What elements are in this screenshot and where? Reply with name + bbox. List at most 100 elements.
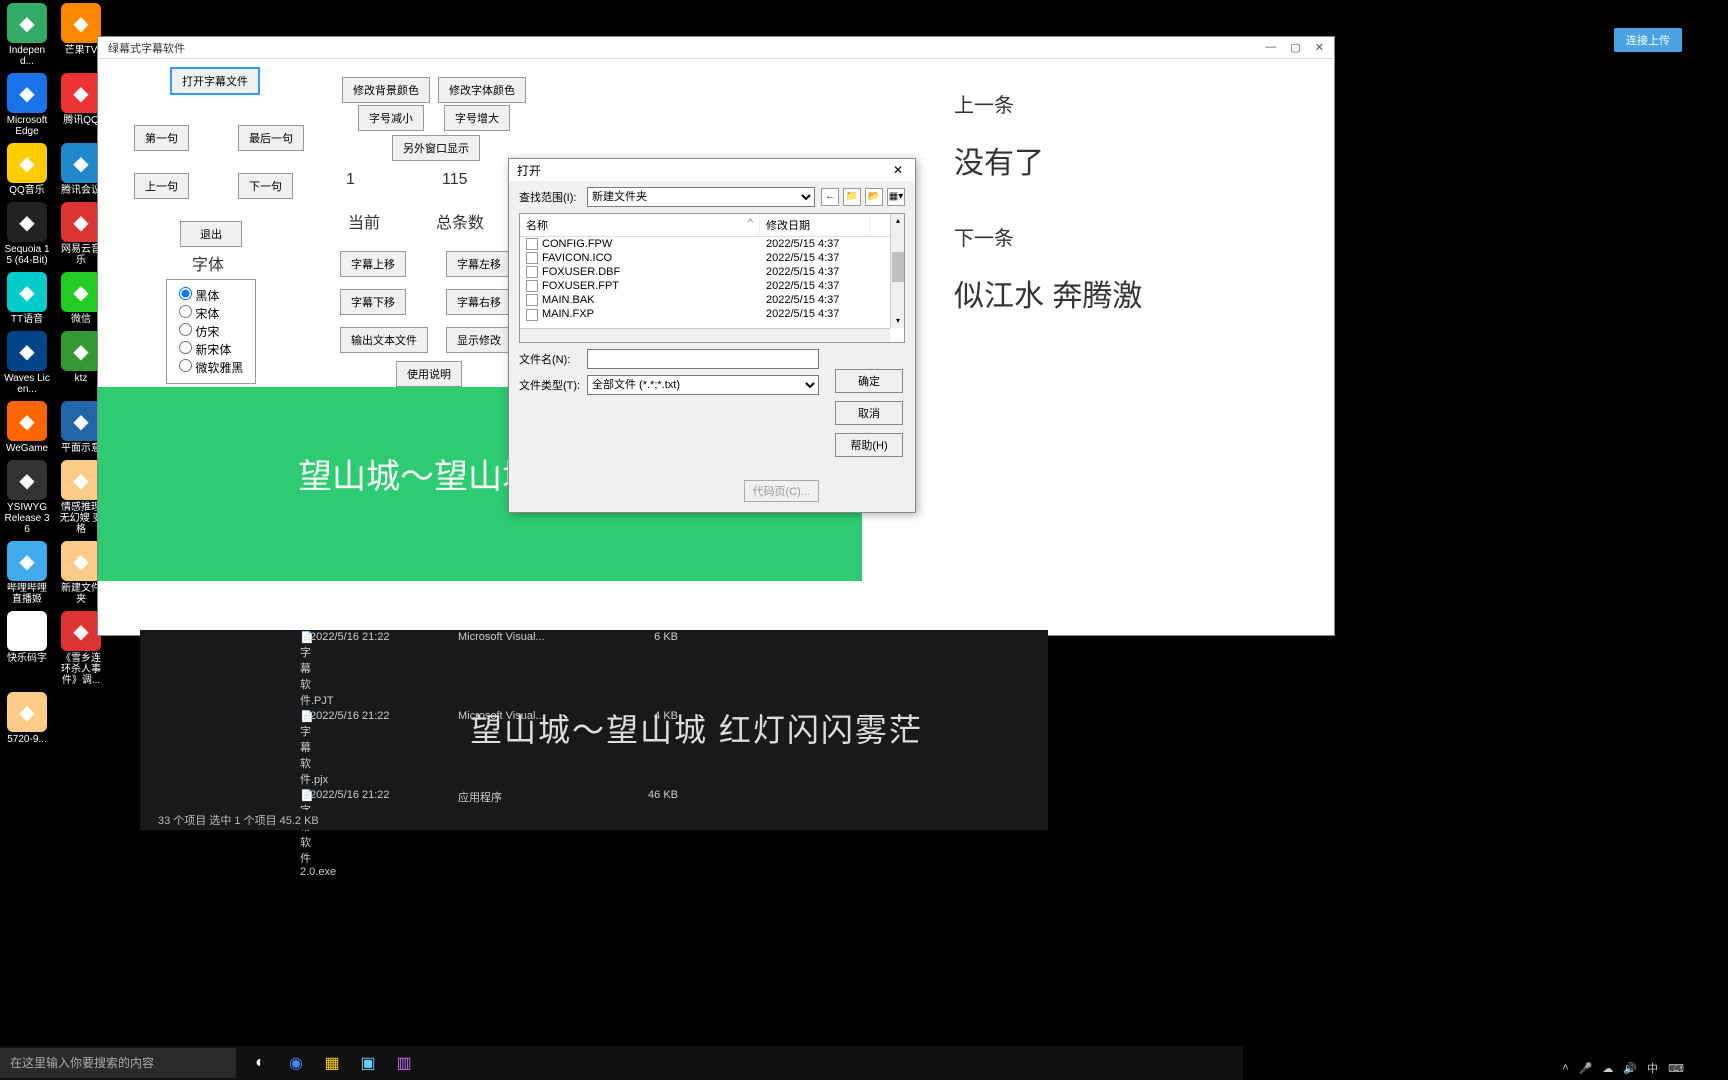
filetype-select[interactable]: 全部文件 (*.*;*.txt) [587,375,819,395]
upload-badge[interactable]: 连接上传 [1614,28,1682,52]
desktop-icon[interactable]: ◆Microsoft Edge [3,73,51,137]
font-bigger-button[interactable]: 字号增大 [444,105,510,131]
font-radio-option[interactable]: 黑体 [179,287,243,304]
first-button[interactable]: 第一句 [134,125,189,151]
file-list-item[interactable]: FOXUSER.DBF2022/5/15 4:37 [520,265,904,279]
desktop-icon-label: Waves Licen... [3,373,51,395]
prev-item-label: 上一条 [954,89,1294,118]
system-tray[interactable]: ˄ 🎤 ☁ 🔊 中 ⌨ [1562,1060,1684,1076]
font-radio-option[interactable]: 微软雅黑 [179,359,243,376]
app-title-text: 绿幕式字幕软件 [108,40,185,56]
font-radio-option[interactable]: 新宋体 [179,341,243,358]
app-icon: ◆ [61,73,101,113]
tray-chevron-icon[interactable]: ˄ [1562,1062,1568,1074]
codepage-button[interactable]: 代码页(C)... [744,480,819,502]
subtitle-right-button[interactable]: 字幕右移 [446,289,512,315]
file-icon [526,266,538,278]
folder-select[interactable]: 新建文件夹 [587,187,815,207]
cancel-button[interactable]: 取消 [835,401,903,425]
font-radio-option[interactable]: 仿宋 [179,323,243,340]
ext-window-button[interactable]: 另外窗口显示 [392,135,480,161]
back-icon[interactable]: ← [821,188,839,206]
desktop-icon[interactable]: ◆Waves Licen... [3,331,51,395]
desktop-icon-label: QQ音乐 [3,185,51,196]
open-subtitle-button[interactable]: 打开字幕文件 [170,67,260,95]
task-icon-1[interactable]: ◐ [242,1048,278,1078]
task-icon-4[interactable]: ▣ [350,1048,386,1078]
bg-color-button[interactable]: 修改背景颜色 [342,77,430,103]
font-smaller-button[interactable]: 字号减小 [358,105,424,131]
view-menu-icon[interactable]: ▦▾ [887,188,905,206]
maximize-icon[interactable]: ▢ [1290,41,1300,54]
file-list-hscrollbar[interactable] [520,328,890,342]
exit-button[interactable]: 退出 [180,221,242,247]
explorer-row[interactable]: 📄 字幕软件.PJT2022/5/16 21:22Microsoft Visua… [140,630,1048,709]
desktop-icon[interactable]: ◆TT语音 [3,272,51,325]
explorer-icon[interactable]: ▦ [314,1048,350,1078]
desktop-icon[interactable]: ◆Independ... [3,3,51,67]
desktop-icon[interactable]: ◆QQ音乐 [3,143,51,196]
file-icon [526,238,538,250]
desktop-icon-label: 哔哩哔哩直播姬 [3,583,51,605]
col-name-header[interactable]: 名称 ^ [520,214,760,236]
desktop-icon-label: 5720-9... [3,734,51,745]
col-date-header[interactable]: 修改日期 [760,214,870,236]
lookfor-label: 查找范围(I): [519,189,587,205]
instructions-button[interactable]: 使用说明 [396,361,462,387]
font-radio-option[interactable]: 宋体 [179,305,243,322]
chrome-icon[interactable]: ◉ [278,1048,314,1078]
dialog-close-icon[interactable]: ✕ [889,163,907,177]
file-icon [526,294,538,306]
minimize-icon[interactable]: — [1265,41,1276,54]
file-list-vscrollbar[interactable]: ▴ ▾ [890,214,904,328]
file-list-item[interactable]: CONFIG.FPW2022/5/15 4:37 [520,237,904,251]
app-icon: ◆ [61,272,101,312]
close-icon[interactable]: ✕ [1315,41,1324,54]
subtitle-overlay-text: 望山城～望山城 红灯闪闪雾茫 [470,705,923,751]
current-value: 1 [346,171,355,189]
font-color-button[interactable]: 修改字体颜色 [438,77,526,103]
taskbar-search-input[interactable]: 在这里输入你要搜索的内容 [0,1048,236,1078]
total-label: 总条数 [436,209,484,233]
tray-keyboard-icon[interactable]: ⌨ [1668,1062,1684,1075]
subtitle-left-button[interactable]: 字幕左移 [446,251,512,277]
scroll-down-icon[interactable]: ▾ [891,314,905,328]
ok-button[interactable]: 确定 [835,369,903,393]
desktop-icon[interactable]: ◆YSIWYG Release 36 [3,460,51,535]
file-list-item[interactable]: FAVICON.ICO2022/5/15 4:37 [520,251,904,265]
subtitle-up-button[interactable]: 字幕上移 [340,251,406,277]
app-icon: ◆ [7,401,47,441]
file-list-item[interactable]: MAIN.FXP2022/5/15 4:37 [520,307,904,321]
desktop-icon[interactable]: ◆哔哩哔哩直播姬 [3,541,51,605]
tray-ime-indicator[interactable]: 中 [1647,1060,1658,1076]
file-list-item[interactable]: MAIN.BAK2022/5/15 4:37 [520,293,904,307]
last-button[interactable]: 最后一句 [238,125,304,151]
next-item-label: 下一条 [954,222,1294,251]
scroll-up-icon[interactable]: ▴ [891,214,905,228]
filetype-label: 文件类型(T): [519,377,587,393]
show-edit-button[interactable]: 显示修改 [446,327,512,353]
explorer-row[interactable]: 📄 字幕软件2.0.exe2022/5/16 21:22应用程序46 KB [140,788,1048,879]
new-folder-icon[interactable]: 📂 [865,188,883,206]
next-button[interactable]: 下一句 [238,173,293,199]
file-list-item[interactable]: FOXUSER.FPT2022/5/15 4:37 [520,279,904,293]
task-icon-5[interactable]: ▥ [386,1048,422,1078]
app-icon: ◆ [7,202,47,242]
up-folder-icon[interactable]: 📁 [843,188,861,206]
desktop-icon[interactable]: ◆WeGame [3,401,51,454]
file-icon [526,280,538,292]
tray-mic-icon[interactable]: 🎤 [1579,1062,1593,1075]
file-list[interactable]: 名称 ^ 修改日期 CONFIG.FPW2022/5/15 4:37FAVICO… [519,213,905,343]
desktop-icon[interactable]: ◆快乐码字 [3,611,51,664]
tray-volume-icon[interactable]: 🔊 [1623,1062,1637,1075]
scroll-thumb[interactable] [892,252,904,282]
help-button[interactable]: 帮助(H) [835,433,903,457]
tray-cloud-icon[interactable]: ☁ [1602,1062,1613,1075]
export-text-button[interactable]: 输出文本文件 [340,327,428,353]
subtitle-down-button[interactable]: 字幕下移 [340,289,406,315]
prev-button[interactable]: 上一句 [134,173,189,199]
desktop-icon[interactable]: ◆Sequoia 15 (64-Bit) [3,202,51,266]
filename-input[interactable] [587,349,819,369]
app-icon: ◆ [61,3,101,43]
desktop-icon[interactable]: ◆5720-9... [3,692,51,745]
